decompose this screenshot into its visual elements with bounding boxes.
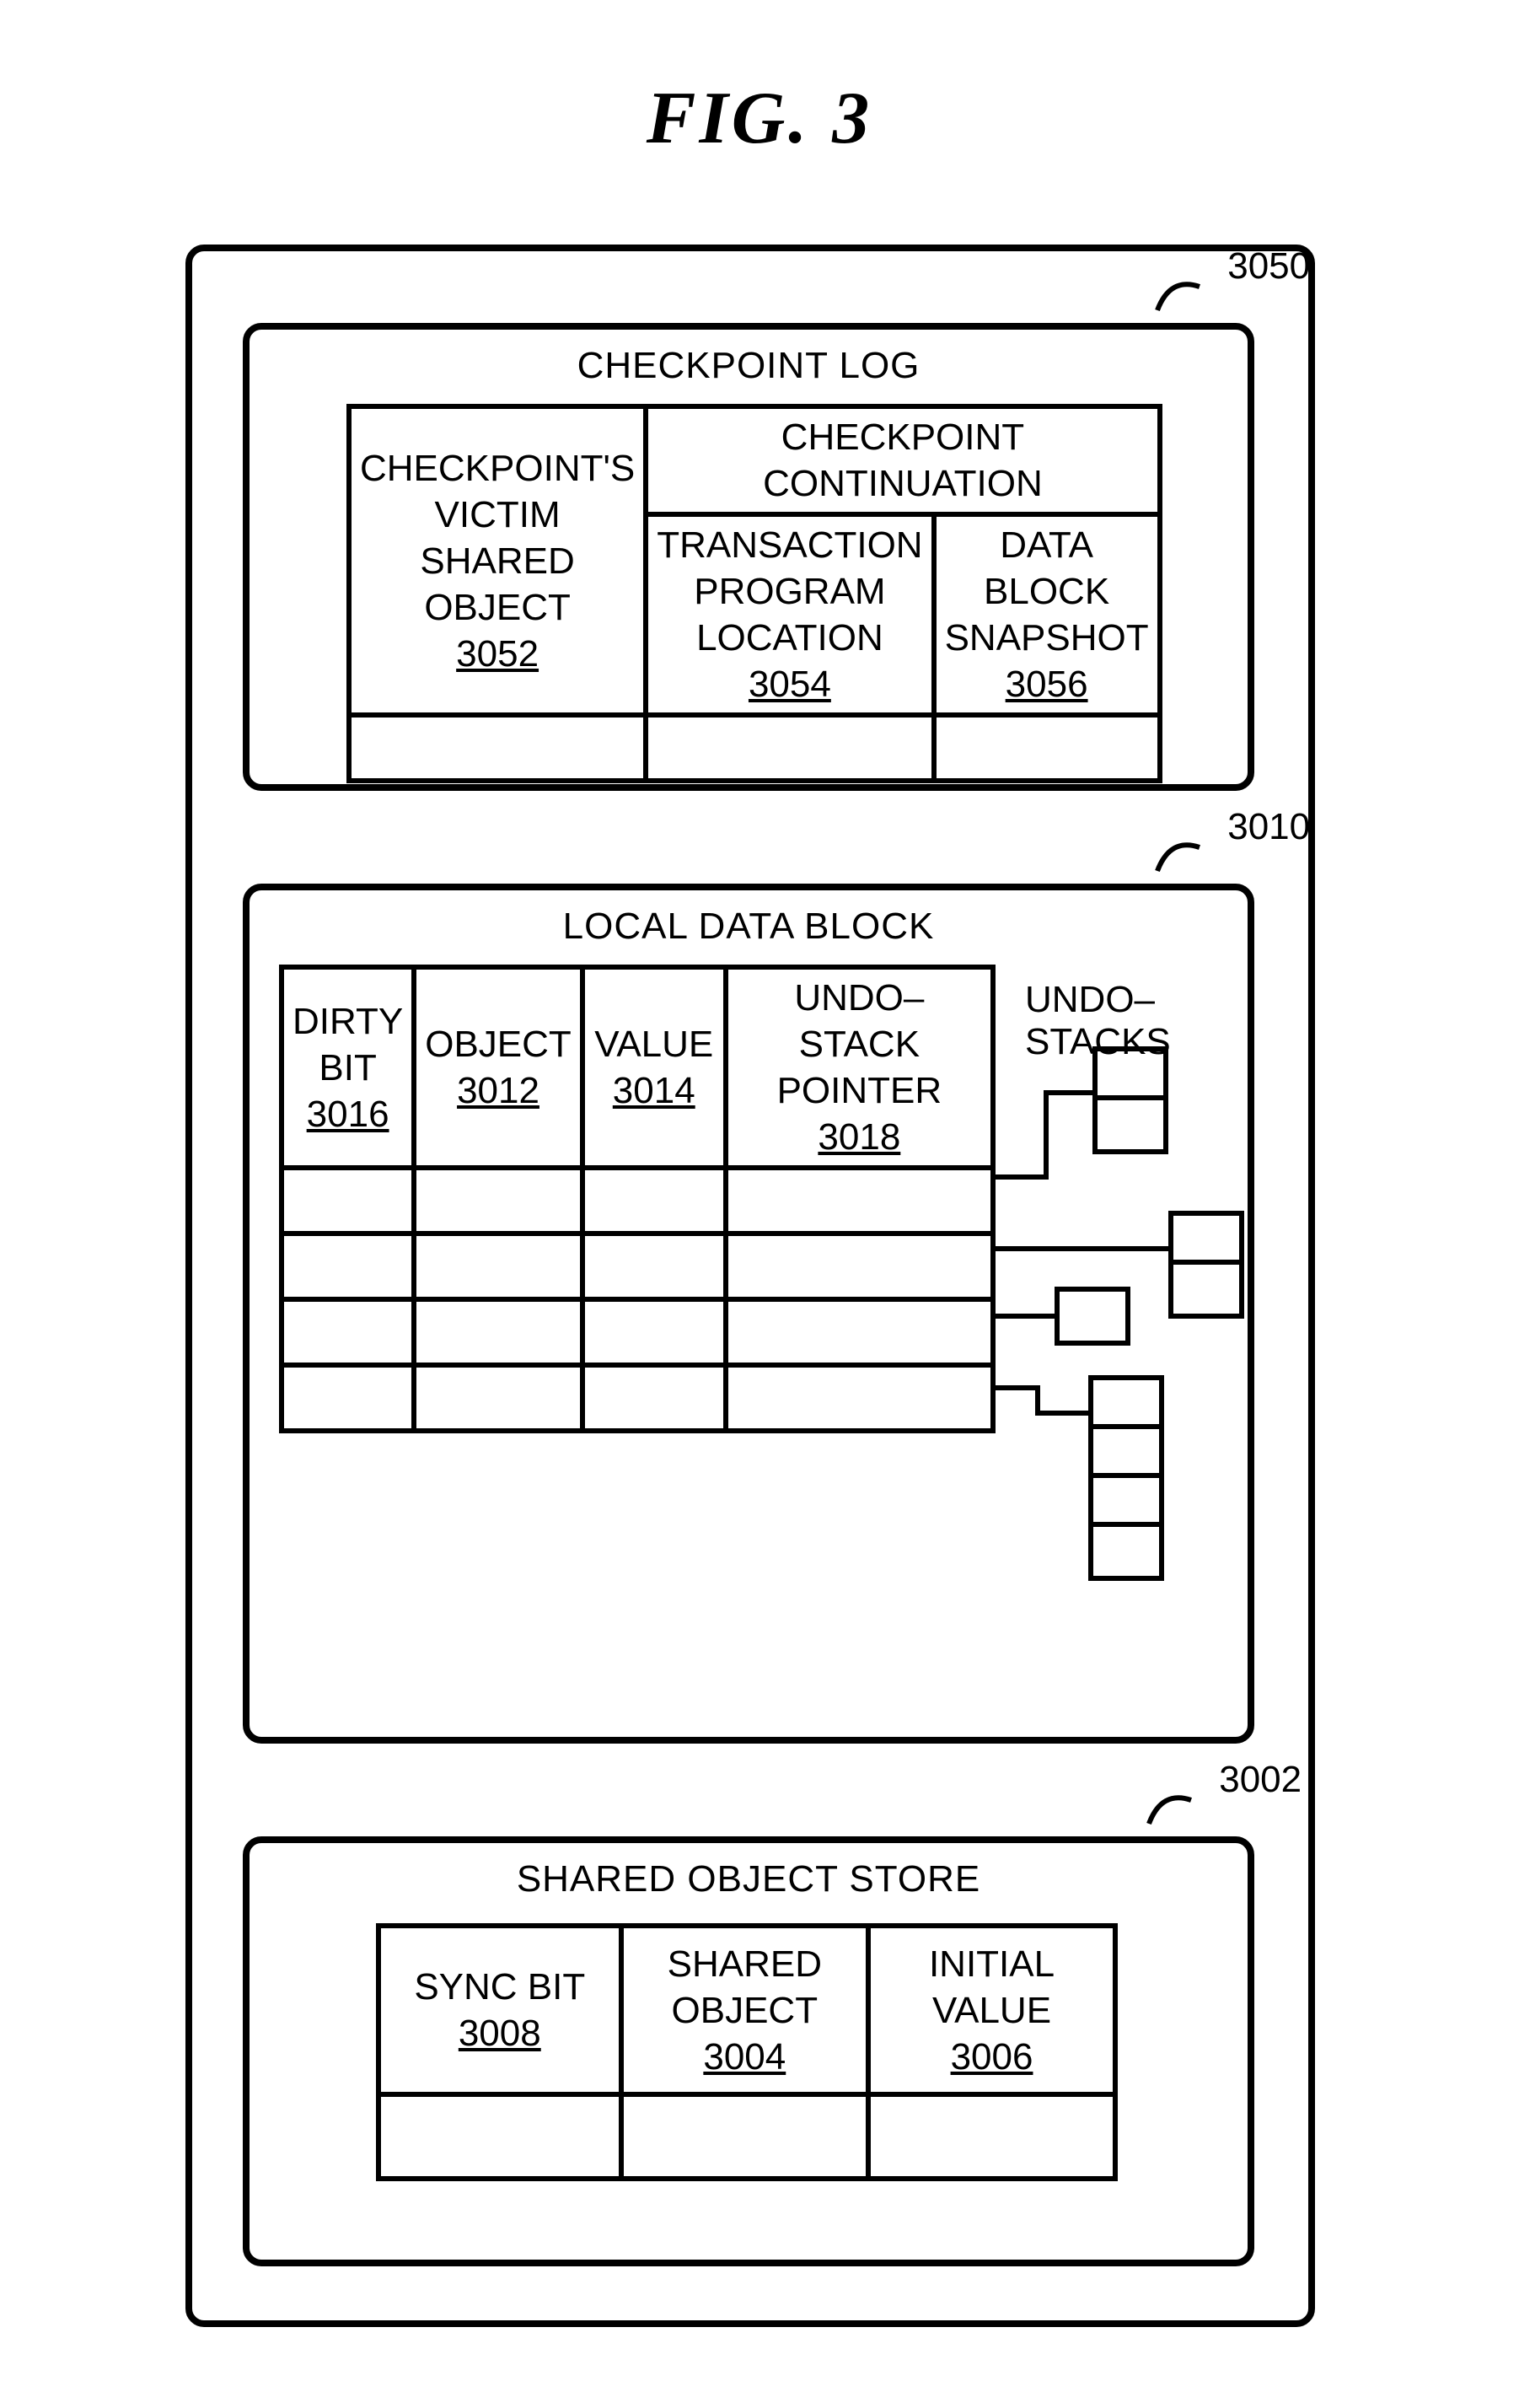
object-label: OBJECT [425, 1024, 572, 1065]
snapshot-l3: SNAPSHOT [945, 617, 1149, 658]
shared-obj-l1: SHARED [668, 1943, 822, 1985]
table-row [282, 1299, 993, 1365]
shared-obj-header: SHARED OBJECT 3004 [621, 1926, 869, 2094]
sync-bit-label: SYNC BIT [414, 1966, 585, 2008]
snapshot-l2: BLOCK [984, 571, 1109, 612]
table-row [282, 1168, 993, 1234]
victim-l3: OBJECT [424, 587, 571, 628]
checkpoint-log-title: CHECKPOINT LOG [250, 345, 1248, 387]
continuation-header: CHECKPOINT CONTINUATION [646, 406, 1159, 514]
txn-loc-l3: LOCATION [696, 617, 883, 658]
snapshot-ref: 3056 [1006, 664, 1088, 705]
dirty-bit-header: DIRTY BIT 3016 [282, 967, 414, 1168]
snapshot-header: DATA BLOCK SNAPSHOT 3056 [934, 514, 1160, 715]
dirty-bit-ref: 3016 [307, 1094, 389, 1135]
checkpoint-log-table: CHECKPOINT'S VICTIM SHARED OBJECT 3052 C… [346, 404, 1162, 783]
checkpoint-log-ref: 3050 [1227, 245, 1310, 287]
value-header: VALUE 3014 [582, 967, 726, 1168]
connector-2 [996, 1223, 1206, 1274]
txn-loc-l1: TRANSACTION [657, 524, 922, 566]
txn-loc-ref: 3054 [749, 664, 831, 705]
sync-bit-ref: 3008 [459, 2013, 541, 2054]
undo-stack-1 [1092, 1046, 1168, 1154]
victim-ref: 3052 [456, 633, 539, 675]
sync-bit-header: SYNC BIT 3008 [378, 1926, 621, 2094]
undo-ptr-l2: POINTER [777, 1070, 942, 1111]
connector-3 [996, 1295, 1097, 1346]
object-header: OBJECT 3012 [414, 967, 582, 1168]
value-ref: 3014 [613, 1070, 695, 1111]
local-data-block-box: LOCAL DATA BLOCK DIRTY BIT 3016 OBJECT 3… [243, 884, 1254, 1744]
value-label: VALUE [594, 1024, 713, 1065]
initial-val-l1: INITIAL [929, 1943, 1055, 1985]
outer-frame: CHECKPOINT LOG CHECKPOINT'S VICTIM SHARE… [185, 245, 1315, 2327]
shared-object-store-ref: 3002 [1219, 1759, 1302, 1800]
checkpoint-log-box: CHECKPOINT LOG CHECKPOINT'S VICTIM SHARE… [243, 323, 1254, 791]
checkpoint-log-ref-tag: 3050 [1153, 268, 1305, 328]
victim-l1: CHECKPOINT'S [360, 448, 635, 489]
victim-l2: VICTIM SHARED [420, 494, 574, 582]
undo-ptr-l1: UNDO–STACK [794, 977, 924, 1065]
initial-val-header: INITIAL VALUE 3006 [868, 1926, 1115, 2094]
victim-header-cell: CHECKPOINT'S VICTIM SHARED OBJECT 3052 [349, 406, 646, 715]
shared-obj-ref: 3004 [703, 2036, 786, 2077]
txn-loc-header: TRANSACTION PROGRAM LOCATION 3054 [646, 514, 933, 715]
shared-object-store-table: SYNC BIT 3008 SHARED OBJECT 3004 INITIAL… [376, 1923, 1118, 2181]
shared-obj-l2: OBJECT [672, 1990, 819, 2031]
connector-4 [996, 1363, 1130, 1430]
undo-ptr-header: UNDO–STACK POINTER 3018 [726, 967, 993, 1168]
table-row [378, 2094, 1115, 2179]
checkpoint-log-row [349, 715, 1160, 781]
initial-val-ref: 3006 [951, 2036, 1033, 2077]
figure-title: FIG. 3 [0, 76, 1519, 161]
dirty-bit-l2: BIT [319, 1047, 376, 1088]
page: FIG. 3 CHECKPOINT LOG CHECKPOINT'S VICTI… [0, 0, 1519, 2408]
shared-object-store-ref-tag: 3002 [1145, 1782, 1296, 1841]
local-data-block-ref-tag: 3010 [1153, 829, 1305, 889]
initial-val-l2: VALUE [932, 1990, 1051, 2031]
undo-ptr-ref: 3018 [818, 1116, 900, 1158]
txn-loc-l2: PROGRAM [694, 571, 885, 612]
shared-object-store-title: SHARED OBJECT STORE [250, 1858, 1248, 1900]
table-row [282, 1234, 993, 1299]
local-data-block-ref: 3010 [1227, 806, 1310, 847]
table-row [282, 1365, 993, 1431]
shared-object-store-box: SHARED OBJECT STORE SYNC BIT 3008 SHARED… [243, 1836, 1254, 2266]
local-data-block-table: DIRTY BIT 3016 OBJECT 3012 VALUE 3014 UN… [279, 965, 996, 1433]
dirty-bit-l1: DIRTY [293, 1001, 403, 1042]
snapshot-l1: DATA [1000, 524, 1093, 566]
object-ref: 3012 [457, 1070, 539, 1111]
local-data-block-title: LOCAL DATA BLOCK [250, 906, 1248, 948]
